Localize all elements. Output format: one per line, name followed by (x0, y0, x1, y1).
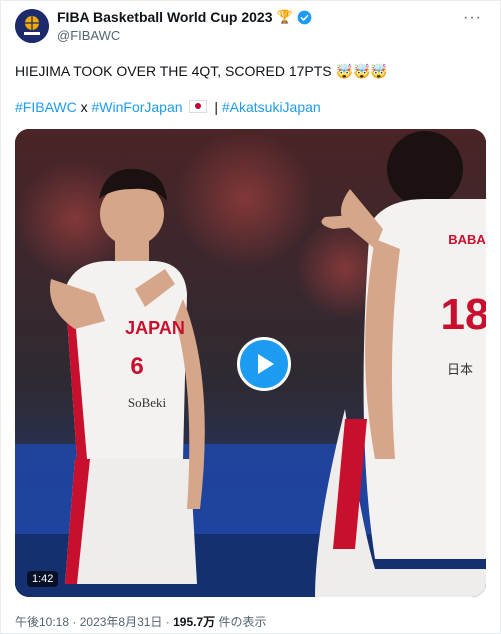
meta-dot-2: · (165, 615, 170, 629)
play-button-icon[interactable] (237, 337, 291, 391)
view-count-label: 件の表示 (218, 615, 267, 629)
more-options-icon[interactable]: ··· (463, 9, 482, 27)
verified-badge-icon (297, 10, 312, 24)
right-jersey-sponsor: 日本 (447, 363, 473, 378)
account-name-row: FIBA Basketball World Cup 2023 🏆 (57, 9, 312, 25)
hashtag-fibawc[interactable]: #FIBAWC (15, 99, 77, 115)
separator-x: x (80, 99, 88, 115)
right-jersey-name: BABA (448, 232, 486, 247)
tweet-card: FIBA Basketball World Cup 2023 🏆 @FIBAWC… (0, 0, 501, 634)
japan-flag-icon (189, 100, 208, 113)
separator-bar: | (214, 99, 218, 115)
account-name[interactable]: FIBA Basketball World Cup 2023 (57, 9, 273, 25)
left-jersey-number: 6 (130, 353, 143, 380)
account-handle[interactable]: @FIBAWC (57, 28, 120, 43)
trophy-icon: 🏆 (276, 9, 293, 24)
tweet-meta: 午後10:18 · 2023年8月31日 · 195.7万 件の表示 (15, 613, 267, 630)
fiba-logo-icon (15, 9, 49, 43)
video-duration: 1:42 (27, 571, 59, 587)
tweet-time[interactable]: 午後10:18 (15, 615, 69, 629)
hashtag-akatsukijapan[interactable]: #AkatsukiJapan (222, 99, 321, 115)
view-count: 195.7万 (173, 615, 216, 629)
tweet-date[interactable]: 2023年8月31日 (80, 615, 163, 629)
hashtag-winforjapan[interactable]: #WinForJapan (92, 99, 183, 115)
tweet-text: HIEJIMA TOOK OVER THE 4QT, SCORED 17PTS … (15, 63, 388, 79)
left-jersey-team: JAPAN (125, 318, 185, 338)
avatar[interactable] (15, 9, 49, 43)
video-player[interactable]: JAPAN 6 SoBeki BABA 18 日本 1:42 (15, 129, 486, 597)
meta-dot: · (72, 615, 77, 629)
right-jersey-number: 18 (441, 290, 486, 339)
left-jersey-sponsor: SoBeki (128, 395, 167, 410)
hashtag-line: #FIBAWC x #WinForJapan | #AkatsukiJapan (15, 98, 321, 116)
